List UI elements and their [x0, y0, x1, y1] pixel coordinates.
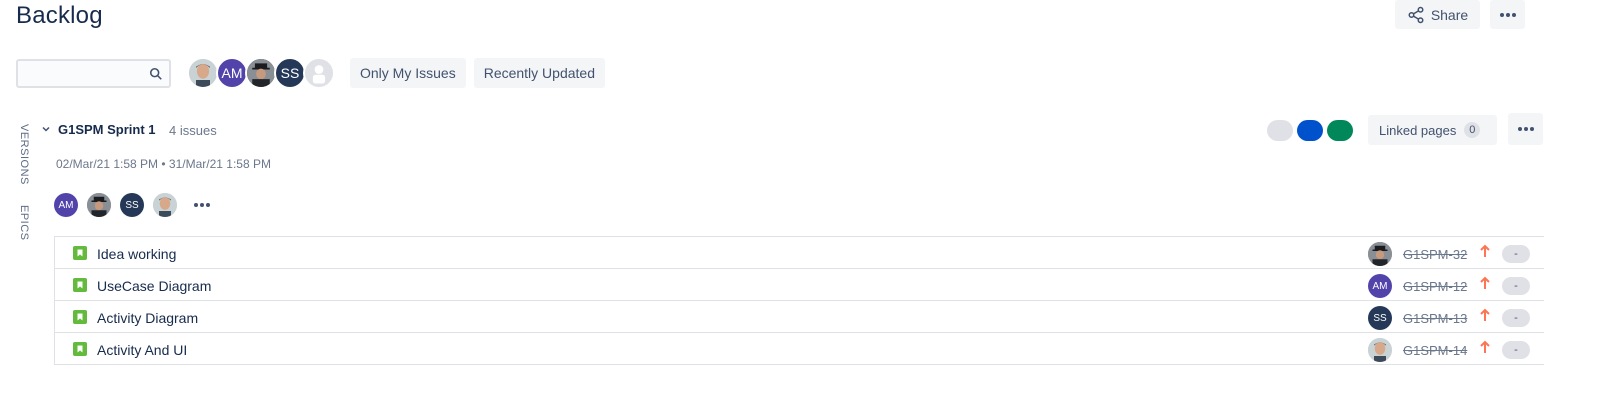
story-icon — [73, 246, 87, 260]
share-button[interactable]: Share — [1395, 0, 1480, 29]
member-avatar-user-photo-2[interactable] — [87, 193, 111, 217]
tab-versions[interactable]: VERSIONS — [18, 124, 30, 185]
sprint-name: G1SPM Sprint 1 — [58, 122, 156, 137]
priority-high-arrow-icon — [1480, 244, 1490, 257]
status-pill-in-progress — [1297, 120, 1323, 141]
share-icon — [1408, 6, 1424, 23]
issue-row[interactable]: Activity And UI G1SPM-14 - — [54, 333, 1544, 365]
search-field — [16, 58, 171, 88]
issue-summary[interactable]: Idea working — [97, 246, 176, 262]
user-photo-icon — [1368, 242, 1392, 266]
issue-key[interactable]: G1SPM-13 — [1403, 311, 1467, 326]
chevron-down-icon[interactable] — [40, 123, 52, 135]
avatar-user-photo-1[interactable] — [187, 57, 219, 89]
user-photo-icon — [153, 193, 177, 217]
priority-high-arrow-icon — [1480, 276, 1490, 289]
issue-summary[interactable]: Activity Diagram — [97, 310, 198, 326]
search-input[interactable] — [18, 60, 169, 86]
story-points-badge: - — [1502, 341, 1530, 359]
issue-assignee-avatar[interactable] — [1368, 338, 1392, 362]
quick-filter-recently-updated[interactable]: Recently Updated — [473, 58, 605, 88]
person-placeholder-icon — [312, 65, 326, 84]
member-avatar-am[interactable]: AM — [54, 193, 78, 217]
page-title: Backlog — [16, 2, 103, 29]
issue-summary[interactable]: Activity And UI — [97, 342, 187, 358]
avatar-initials: AM — [1372, 280, 1388, 292]
sprint-issue-count: 4 issues — [169, 123, 217, 138]
user-photo-icon — [1368, 338, 1392, 362]
share-button-label: Share — [1430, 6, 1469, 23]
issue-row[interactable]: Idea working G1SPM-32 - — [54, 237, 1544, 269]
avatar-initials: SS — [125, 199, 139, 211]
member-avatar-ss[interactable]: SS — [120, 193, 144, 217]
page-more-button[interactable] — [1490, 0, 1525, 29]
avatar-initials: AM — [58, 199, 74, 211]
more-members-button[interactable] — [190, 193, 214, 217]
search-icon — [149, 67, 162, 80]
more-horizontal-icon — [1499, 12, 1516, 17]
user-photo-icon — [87, 193, 111, 217]
avatar-initials: SS — [1373, 312, 1387, 324]
filter-bar: AM SS Only My Issues Recently Updated — [16, 57, 605, 89]
avatar-am[interactable]: AM — [216, 57, 248, 89]
linked-pages-count: 0 — [1464, 122, 1481, 138]
more-horizontal-icon — [194, 203, 210, 207]
sprint-more-button[interactable] — [1508, 113, 1543, 145]
member-avatar-user-photo-1[interactable] — [153, 193, 177, 217]
story-icon — [73, 310, 87, 324]
assignee-filter-avatars: AM SS — [187, 57, 335, 89]
user-photo-icon — [247, 59, 275, 87]
avatar-user-photo-2[interactable] — [245, 57, 277, 89]
priority-high-arrow-icon — [1480, 340, 1490, 353]
story-points-badge: - — [1502, 245, 1530, 263]
avatar-unassigned[interactable] — [303, 57, 335, 89]
sprint-status-indicators — [1267, 120, 1353, 141]
story-icon — [73, 278, 87, 292]
issue-assignee-avatar[interactable]: AM — [1368, 274, 1392, 298]
tab-epics[interactable]: EPICS — [18, 205, 30, 241]
sprint-issue-list: Idea working G1SPM-32 - UseCase Diagram … — [54, 236, 1544, 365]
story-points-badge: - — [1502, 277, 1530, 295]
sprint-dates: 02/Mar/21 1:58 PM • 31/Mar/21 1:58 PM — [56, 157, 271, 171]
issue-assignee-avatar[interactable] — [1368, 242, 1392, 266]
sprint-members: AM SS — [54, 193, 214, 217]
story-points-badge: - — [1502, 309, 1530, 327]
page-actions: Share — [1395, 0, 1525, 29]
avatar-initials: AM — [221, 65, 243, 81]
issue-row[interactable]: UseCase Diagram AM G1SPM-12 - — [54, 269, 1544, 301]
issue-row[interactable]: Activity Diagram SS G1SPM-13 - — [54, 301, 1544, 333]
user-photo-icon — [189, 59, 217, 87]
linked-pages-button[interactable]: Linked pages 0 — [1368, 115, 1497, 145]
status-pill-todo — [1267, 120, 1293, 141]
linked-pages-label: Linked pages — [1379, 122, 1457, 138]
quick-filter-only-my-issues[interactable]: Only My Issues — [350, 58, 466, 88]
issue-summary[interactable]: UseCase Diagram — [97, 278, 211, 294]
issue-key[interactable]: G1SPM-12 — [1403, 279, 1467, 294]
more-horizontal-icon — [1517, 127, 1534, 131]
avatar-ss[interactable]: SS — [274, 57, 306, 89]
status-pill-done — [1327, 120, 1353, 141]
story-icon — [73, 342, 87, 356]
issue-assignee-avatar[interactable]: SS — [1368, 306, 1392, 330]
priority-high-arrow-icon — [1480, 308, 1490, 321]
issue-key[interactable]: G1SPM-14 — [1403, 343, 1467, 358]
avatar-initials: SS — [280, 65, 300, 81]
issue-key[interactable]: G1SPM-32 — [1403, 247, 1467, 262]
